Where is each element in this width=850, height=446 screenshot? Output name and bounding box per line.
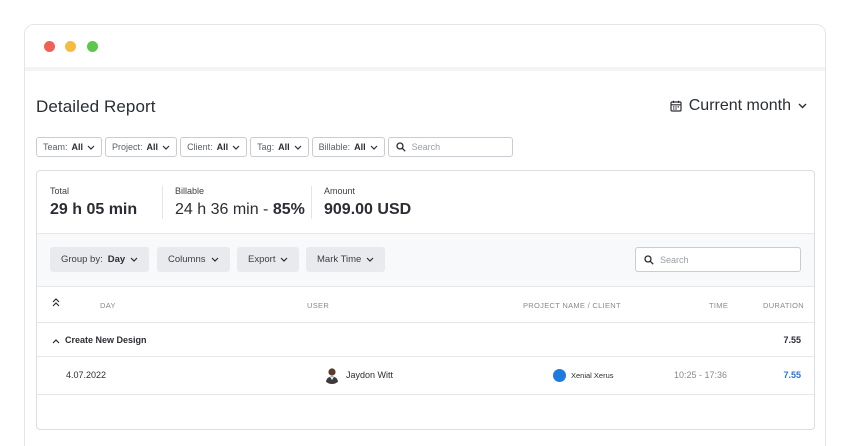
table-row[interactable]: 4.07.2022 Jaydon Witt Xenial Xerus 10:25…: [37, 357, 814, 395]
column-day[interactable]: DAY: [100, 301, 116, 310]
billable-stat: Billable 24 h 36 min - 85%: [162, 186, 305, 219]
export-label: Export: [248, 254, 276, 265]
amount-stat: Amount 909.00 USD: [311, 186, 411, 219]
filter-client[interactable]: Client: All: [180, 137, 248, 157]
billable-value: 24 h 36 min - 85%: [175, 201, 305, 219]
mark-time-label: Mark Time: [317, 254, 362, 265]
table-search-box[interactable]: [635, 247, 801, 272]
title-bar-divider: [25, 67, 825, 71]
filter-value: All: [278, 142, 290, 152]
columns-dropdown[interactable]: Columns: [157, 247, 230, 272]
group-duration: 7.55: [783, 335, 801, 345]
filter-tag[interactable]: Tag: All: [250, 137, 309, 157]
group-by-dropdown[interactable]: Group by: Day: [50, 247, 150, 272]
table-header: DAY USER PROJECT NAME / CLIENT TIME DURA…: [37, 287, 814, 323]
mark-time-dropdown[interactable]: Mark Time: [306, 247, 386, 272]
filter-label: Project:: [112, 142, 143, 152]
project-color-dot: [553, 369, 566, 382]
chevron-down-icon: [798, 103, 807, 109]
total-stat: Total 29 h 05 min: [50, 186, 137, 219]
filter-value: All: [216, 142, 229, 152]
filter-value: All: [71, 142, 84, 152]
page-title: Detailed Report: [36, 97, 156, 116]
billable-label: Billable: [175, 186, 205, 196]
filter-billable[interactable]: Billable: All: [311, 137, 385, 157]
column-project[interactable]: PROJECT NAME / CLIENT: [523, 301, 621, 310]
filter-search-input[interactable]: [411, 142, 502, 152]
chevron-up-icon[interactable]: [52, 336, 60, 346]
period-selector[interactable]: Current month: [670, 97, 807, 115]
column-user[interactable]: USER: [307, 301, 329, 310]
row-project: Xenial Xerus: [571, 371, 614, 380]
calendar-icon: [670, 100, 682, 112]
report-card: Total 29 h 05 min Billable 24 h 36 min -…: [36, 170, 815, 430]
filter-label: Tag:: [257, 142, 275, 152]
group-by-value: Day: [107, 254, 126, 265]
total-value: 29 h 05 min: [50, 201, 138, 218]
filter-search-box[interactable]: [387, 137, 513, 157]
collapse-all-icon[interactable]: [52, 298, 60, 309]
export-dropdown[interactable]: Export: [237, 247, 300, 272]
filter-bar: Team: All Project: All Client: All Tag: All …: [36, 137, 513, 157]
app-window: Detailed Report Current month Team: All P…: [24, 24, 826, 446]
row-time: 10:25 - 17:36: [674, 370, 728, 380]
chevron-down-icon: [294, 145, 302, 150]
minimize-window-button[interactable]: [65, 41, 76, 52]
chevron-down-icon: [232, 145, 240, 150]
chevron-down-icon: [162, 145, 170, 150]
amount-label: Amount: [324, 186, 356, 196]
row-duration-link[interactable]: 7.55: [783, 370, 801, 380]
filter-value: All: [146, 142, 159, 152]
chevron-down-icon: [130, 257, 138, 262]
report-toolbar: Group by: Day Columns Export Mark Time: [37, 234, 814, 287]
filter-project[interactable]: Project: All: [105, 137, 178, 157]
columns-label: Columns: [168, 254, 206, 265]
search-icon: [396, 142, 406, 152]
chevron-down-icon: [87, 145, 95, 150]
column-duration[interactable]: DURATION: [763, 301, 804, 310]
chevron-down-icon: [211, 257, 218, 262]
amount-value: 909.00 USD: [324, 201, 412, 218]
row-user: Jaydon Witt: [346, 370, 394, 380]
filter-value: All: [354, 142, 366, 152]
chevron-down-icon: [370, 145, 378, 150]
billable-percent: 85%: [272, 201, 305, 218]
filter-team[interactable]: Team: All: [36, 137, 103, 157]
row-day: 4.07.2022: [66, 370, 107, 380]
summary-bar: Total 29 h 05 min Billable 24 h 36 min -…: [37, 171, 814, 234]
filter-label: Team:: [43, 142, 68, 152]
filter-label: Billable:: [318, 142, 351, 152]
avatar: [323, 366, 341, 384]
total-label: Total: [50, 186, 70, 196]
group-row[interactable]: Create New Design 7.55: [37, 323, 814, 357]
chevron-down-icon: [366, 257, 374, 262]
close-window-button[interactable]: [44, 41, 55, 52]
filter-label: Client:: [187, 142, 213, 152]
group-title: Create New Design: [65, 335, 147, 345]
title-bar: [25, 25, 825, 67]
group-by-label: Group by:: [61, 254, 103, 265]
table-search-input[interactable]: [660, 254, 790, 265]
column-time[interactable]: TIME: [709, 301, 728, 310]
billable-duration: 24 h 36 min -: [175, 201, 273, 218]
zoom-window-button[interactable]: [87, 41, 98, 52]
search-icon: [644, 254, 654, 265]
period-label: Current month: [688, 97, 791, 114]
chevron-down-icon: [281, 257, 288, 262]
